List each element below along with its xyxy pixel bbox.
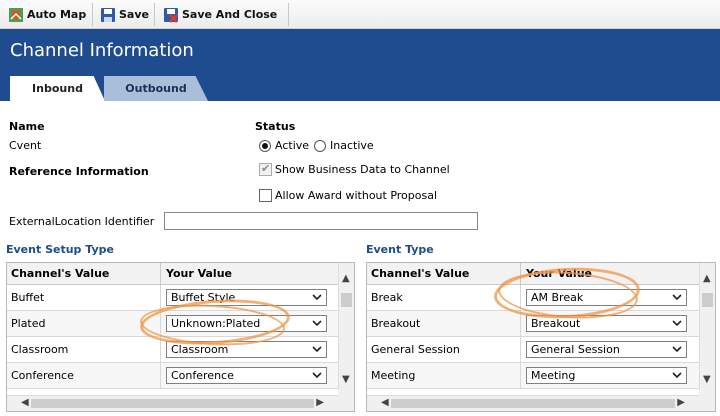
chevron-down-icon	[312, 320, 322, 327]
status-inactive-label: Inactive	[330, 139, 374, 152]
channel-value-cell: Plated	[11, 317, 46, 330]
table-row: General Session General Session	[367, 337, 699, 363]
tab-outbound[interactable]: Outbound	[104, 76, 208, 101]
scroll-right-icon[interactable]: ▶	[316, 397, 324, 408]
save-and-close-icon	[163, 7, 179, 23]
allow-award-label: Allow Award without Proposal	[275, 189, 438, 202]
page-header: Channel Information Inbound Outbound	[0, 29, 720, 101]
your-value-select[interactable]: Meeting	[526, 367, 687, 384]
channel-value-cell: Conference	[11, 369, 74, 382]
scroll-up-icon[interactable]: ▲	[342, 273, 350, 284]
save-label: Save	[119, 8, 149, 21]
channel-value-cell: Meeting	[371, 369, 416, 382]
toolbar-divider	[92, 3, 93, 26]
horizontal-scrollbar[interactable]: ◀ ▶	[367, 395, 699, 411]
save-button[interactable]: Save	[96, 3, 153, 26]
chevron-down-icon	[312, 346, 322, 353]
table-row: Meeting Meeting	[367, 363, 699, 389]
column-header-channel-value: Channel's Value	[371, 267, 470, 280]
auto-map-icon	[8, 7, 24, 23]
your-value-select-text: Meeting	[531, 369, 576, 382]
column-divider	[160, 263, 161, 285]
reference-information-label: Reference Information	[9, 165, 149, 178]
scroll-right-icon[interactable]: ▶	[677, 397, 685, 408]
channel-value-cell: General Session	[371, 343, 460, 356]
scroll-up-icon[interactable]: ▲	[703, 273, 711, 284]
auto-map-label: Auto Map	[27, 8, 87, 21]
column-divider	[520, 337, 521, 363]
save-and-close-button[interactable]: Save And Close	[159, 3, 281, 26]
page-title: Channel Information	[10, 40, 194, 61]
scrollbar-thumb[interactable]	[391, 399, 675, 408]
vertical-scrollbar[interactable]: ▲ ▼	[699, 263, 715, 389]
auto-map-button[interactable]: Auto Map	[4, 3, 90, 26]
status-inactive-radio[interactable]	[314, 140, 326, 152]
chevron-down-icon	[672, 320, 682, 327]
horizontal-scrollbar[interactable]: ◀ ▶	[7, 395, 338, 411]
channel-value-cell: Breakout	[371, 317, 421, 330]
save-icon	[100, 7, 116, 23]
toolbar-divider	[288, 3, 289, 26]
save-and-close-label: Save And Close	[182, 8, 278, 21]
name-value: Cvent	[9, 139, 42, 152]
chevron-down-icon	[672, 372, 682, 379]
column-divider	[160, 363, 161, 389]
status-active-radio[interactable]	[259, 140, 271, 152]
chevron-down-icon	[312, 372, 322, 379]
status-active-label: Active	[275, 139, 310, 152]
event-type-title: Event Type	[366, 243, 434, 256]
scroll-left-icon[interactable]: ◀	[381, 397, 389, 408]
scroll-down-icon[interactable]: ▼	[703, 374, 711, 385]
toolbar-divider	[154, 3, 155, 26]
name-label: Name	[9, 120, 45, 133]
scroll-left-icon[interactable]: ◀	[21, 397, 29, 408]
your-value-select-text: Conference	[171, 369, 234, 382]
scroll-down-icon[interactable]: ▼	[342, 374, 350, 385]
show-business-data-checkbox[interactable]	[259, 162, 272, 176]
scrollbar-thumb[interactable]	[702, 293, 713, 307]
your-value-select[interactable]: General Session	[526, 341, 687, 358]
allow-award-checkbox[interactable]	[259, 189, 272, 202]
column-header-channel-value: Channel's Value	[11, 267, 110, 280]
external-location-label: ExternalLocation Identifier	[9, 215, 155, 228]
column-divider	[520, 363, 521, 389]
toolbar: Auto Map Save Save And Close	[0, 0, 720, 29]
your-value-select-text: Breakout	[531, 317, 581, 330]
show-business-data-label: Show Business Data to Channel	[275, 163, 450, 176]
chevron-down-icon	[672, 294, 682, 301]
scroll-corner	[338, 389, 354, 411]
column-divider	[520, 311, 521, 337]
your-value-select[interactable]: Conference	[166, 367, 327, 384]
vertical-scrollbar[interactable]: ▲ ▼	[338, 263, 354, 389]
channel-value-cell: Buffet	[11, 291, 45, 304]
scrollbar-thumb[interactable]	[31, 399, 314, 408]
table-row: Conference Conference	[7, 363, 338, 389]
channel-value-cell: Classroom	[11, 343, 69, 356]
chevron-down-icon	[672, 346, 682, 353]
status-label: Status	[255, 120, 296, 133]
scroll-corner	[699, 389, 715, 411]
chevron-down-icon	[312, 294, 322, 301]
scrollbar-thumb[interactable]	[341, 293, 352, 307]
tab-inbound[interactable]: Inbound	[10, 76, 105, 101]
grid-header: Channel's Value Your Value	[7, 263, 338, 285]
channel-value-cell: Break	[371, 291, 403, 304]
your-value-select-text: General Session	[531, 343, 620, 356]
external-location-input[interactable]	[164, 212, 478, 230]
event-setup-type-title: Event Setup Type	[6, 243, 114, 256]
column-divider	[160, 285, 161, 311]
column-header-your-value: Your Value	[166, 267, 232, 280]
